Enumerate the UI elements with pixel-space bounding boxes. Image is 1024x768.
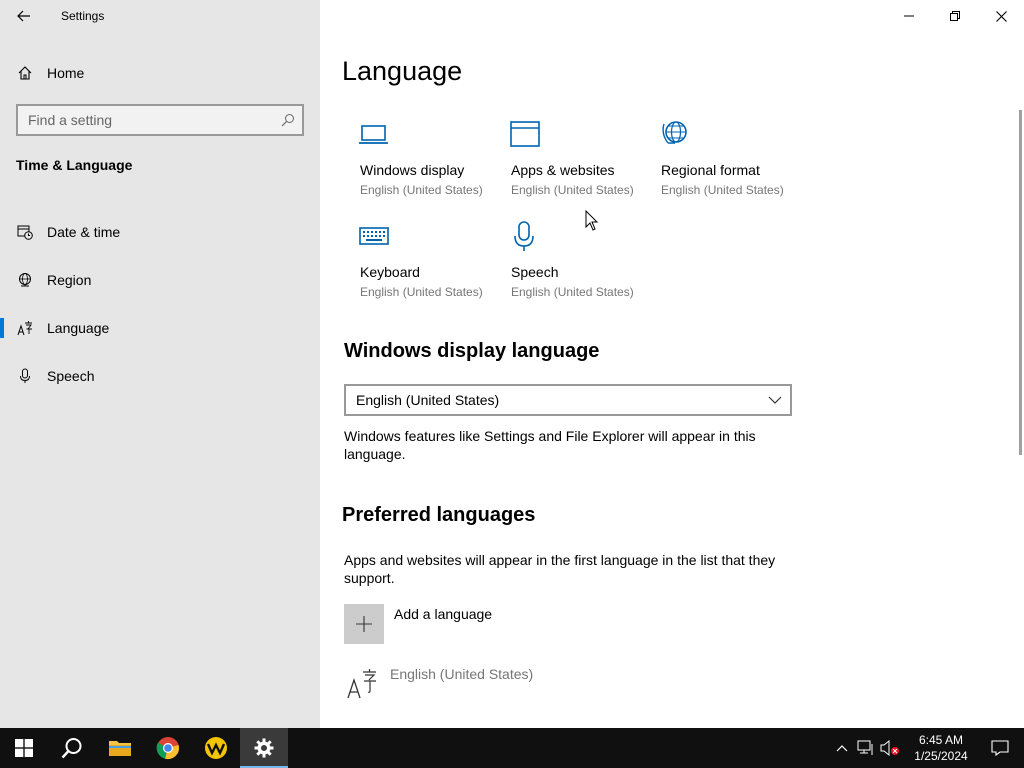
close-button[interactable] bbox=[978, 0, 1024, 32]
search-icon[interactable] bbox=[274, 106, 302, 134]
notification-icon bbox=[991, 740, 1009, 756]
settings-taskbar-button[interactable] bbox=[240, 728, 288, 768]
sidebar-item-date-time[interactable]: Date & time bbox=[0, 208, 320, 256]
start-button[interactable] bbox=[0, 728, 48, 768]
tile-label: Apps & websites bbox=[511, 162, 615, 178]
tile-label: Regional format bbox=[661, 162, 760, 178]
tile-windows-display[interactable]: Windows display English (United States) bbox=[358, 118, 508, 208]
tile-keyboard[interactable]: Keyboard English (United States) bbox=[358, 220, 508, 310]
tile-label: Windows display bbox=[360, 162, 465, 178]
back-button[interactable] bbox=[0, 0, 48, 32]
restore-button[interactable] bbox=[932, 0, 978, 32]
sidebar-item-region[interactable]: Region bbox=[0, 256, 320, 304]
app-button[interactable] bbox=[192, 728, 240, 768]
windows-logo-icon bbox=[15, 739, 33, 757]
globe-icon bbox=[662, 121, 687, 144]
close-icon bbox=[995, 10, 1007, 22]
app-logo-icon bbox=[205, 737, 227, 759]
scrollbar[interactable] bbox=[1019, 110, 1022, 455]
page-title: Language bbox=[342, 56, 463, 86]
date-time-icon bbox=[17, 224, 33, 240]
preferred-languages-heading: Preferred languages bbox=[342, 504, 536, 526]
tile-regional-format[interactable]: Regional format English (United States) bbox=[659, 118, 809, 208]
sidebar-item-language[interactable]: Language bbox=[0, 304, 320, 352]
add-language-label: Add a language bbox=[394, 606, 493, 622]
network-icon bbox=[857, 740, 873, 755]
gear-icon bbox=[254, 738, 274, 758]
sidebar: Settings Home Time & Language Date & tim… bbox=[0, 0, 320, 728]
chevron-down-icon bbox=[768, 396, 782, 404]
laptop-icon bbox=[359, 125, 388, 144]
taskbar-search-button[interactable] bbox=[48, 728, 96, 768]
sidebar-item-label: Region bbox=[47, 272, 92, 288]
clock-date: 1/25/2024 bbox=[914, 749, 968, 763]
tile-sublabel: English (United States) bbox=[511, 183, 634, 197]
chrome-icon bbox=[156, 737, 179, 759]
minimize-icon bbox=[904, 15, 914, 17]
plus-icon bbox=[344, 604, 384, 644]
main-content: Language Windows display English (United… bbox=[320, 0, 1024, 728]
chrome-button[interactable] bbox=[144, 728, 192, 768]
microphone-icon bbox=[514, 221, 534, 251]
minimize-button[interactable] bbox=[886, 0, 932, 32]
restore-icon bbox=[950, 11, 960, 21]
clock[interactable]: 6:45 AM 1/25/2024 bbox=[906, 732, 976, 764]
volume-muted-icon bbox=[880, 740, 899, 756]
add-language-button[interactable]: Add a language bbox=[344, 604, 492, 644]
preferred-languages-description: Apps and websites will appear in the fir… bbox=[344, 552, 776, 586]
clock-time: 6:45 AM bbox=[918, 733, 964, 747]
microphone-icon bbox=[17, 368, 33, 384]
volume-button[interactable] bbox=[878, 728, 902, 768]
display-language-dropdown[interactable]: English (United States) bbox=[344, 384, 792, 416]
system-tray: 6:45 AM 1/25/2024 bbox=[830, 728, 1024, 768]
sidebar-item-label: Date & time bbox=[47, 224, 121, 240]
display-language-description: Windows features like Settings and File … bbox=[344, 428, 756, 462]
tile-sublabel: English (United States) bbox=[661, 183, 784, 197]
sidebar-item-speech[interactable]: Speech bbox=[0, 352, 320, 400]
dropdown-value: English (United States) bbox=[356, 392, 500, 408]
globe-icon bbox=[17, 272, 33, 288]
folder-icon bbox=[109, 741, 131, 756]
file-explorer-button[interactable] bbox=[96, 728, 144, 768]
home-label: Home bbox=[47, 65, 85, 81]
taskbar: 6:45 AM 1/25/2024 bbox=[0, 728, 1024, 768]
chevron-up-icon bbox=[836, 745, 848, 752]
search-icon bbox=[61, 738, 82, 759]
display-language-heading: Windows display language bbox=[344, 340, 600, 362]
tile-label: Speech bbox=[511, 264, 559, 280]
language-list-item[interactable]: English (United States) bbox=[346, 664, 533, 700]
action-center-button[interactable] bbox=[976, 728, 1024, 768]
mouse-cursor-icon bbox=[585, 210, 599, 231]
app-title: Settings bbox=[61, 9, 105, 23]
keyboard-icon bbox=[359, 227, 389, 245]
search-box[interactable] bbox=[16, 104, 304, 136]
sidebar-item-label: Speech bbox=[47, 368, 95, 384]
home-icon bbox=[17, 65, 33, 81]
nav-list: Date & time Region Language Speech bbox=[0, 208, 320, 400]
show-hidden-icons-button[interactable] bbox=[830, 728, 854, 768]
language-name: English (United States) bbox=[390, 666, 534, 682]
tile-speech[interactable]: Speech English (United States) bbox=[509, 220, 659, 310]
tile-apps-websites[interactable]: Apps & websites English (United States) bbox=[509, 118, 659, 208]
title-bar: Settings bbox=[0, 0, 320, 32]
home-nav-item[interactable]: Home bbox=[0, 57, 320, 89]
tile-label: Keyboard bbox=[360, 264, 420, 280]
window-controls bbox=[886, 0, 1024, 32]
tile-sublabel: English (United States) bbox=[511, 285, 634, 299]
language-icon bbox=[17, 320, 33, 336]
window-icon bbox=[510, 121, 540, 147]
tile-sublabel: English (United States) bbox=[360, 183, 483, 197]
sidebar-item-label: Language bbox=[47, 320, 110, 336]
section-header: Time & Language bbox=[16, 157, 133, 173]
language-icon bbox=[347, 669, 376, 699]
back-arrow-icon bbox=[17, 10, 30, 22]
tile-sublabel: English (United States) bbox=[360, 285, 483, 299]
network-button[interactable] bbox=[854, 728, 878, 768]
search-input[interactable] bbox=[18, 106, 274, 134]
